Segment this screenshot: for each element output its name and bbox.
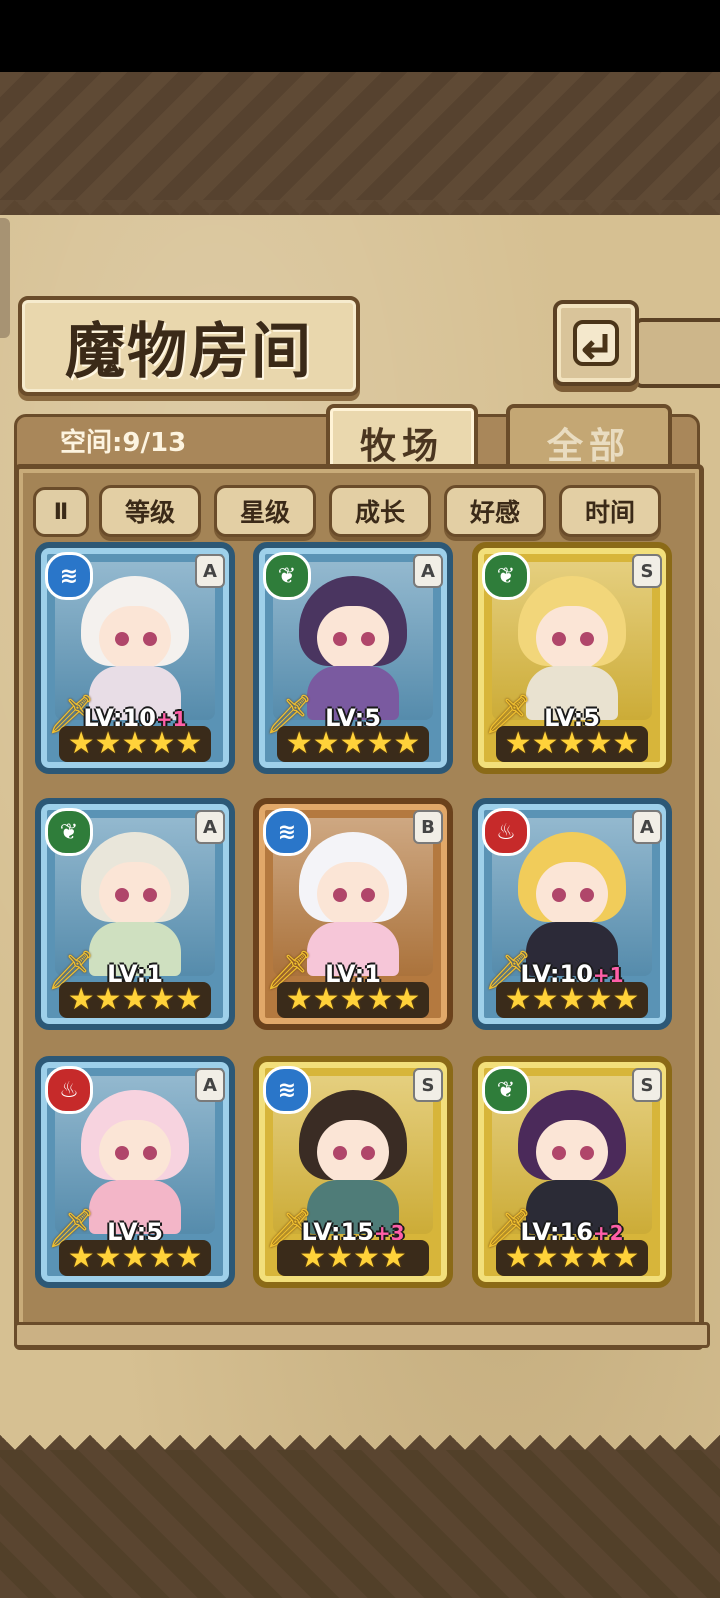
star-rating: ★ ★ ★ ★ ★ [59,1240,211,1276]
star-icon: ★ [366,982,394,1017]
star-icon: ★ [393,726,421,761]
star-rating: ★ ★ ★ ★ ★ [277,726,429,762]
star-icon: ★ [612,982,640,1017]
star-icon: ★ [504,982,532,1017]
rank-badge: S [413,1068,443,1102]
water-element-icon: ≋ [45,552,93,600]
star-icon: ★ [504,726,532,761]
fire-element-icon: ♨ [45,1066,93,1114]
monster-card[interactable]: ♨A🗡LV:10+1★★★★★ [472,798,672,1030]
star-icon: ★ [326,1240,353,1275]
star-rating: ★ ★ ★ ★ ★ [59,982,211,1018]
sort-by-growth-button[interactable]: 成长 [329,485,431,537]
wind-element-icon: ❦ [482,1066,530,1114]
back-arrow-icon [573,320,619,366]
monster-card[interactable]: ≋B🗡LV:1★★★★★ [253,798,453,1030]
page-title: 魔物房间 [65,316,313,387]
status-bar [0,0,720,72]
sort-by-time-button[interactable]: 时间 [559,485,661,537]
star-icon: ★ [67,726,95,761]
star-rating: ★ ★ ★ ★ ★ [496,726,648,762]
water-element-icon: ≋ [263,1066,311,1114]
monster-card[interactable]: ❦S🗡LV:5★★★★★ [472,542,672,774]
star-icon: ★ [366,726,394,761]
star-icon: ★ [558,1240,586,1275]
sort-order-toggle[interactable]: Ⅱ [33,487,89,537]
map-background-top [0,72,720,200]
star-icon: ★ [585,1240,613,1275]
star-icon: ★ [94,982,122,1017]
torn-edge-top [0,200,720,230]
storage-capacity: 空间:9/13 [60,428,187,458]
star-icon: ★ [558,726,586,761]
rank-badge: B [413,810,443,844]
map-background-bottom [0,1450,720,1598]
star-icon: ★ [312,726,340,761]
star-icon: ★ [612,726,640,761]
sort-by-level-button[interactable]: 等级 [99,485,201,537]
star-icon: ★ [121,982,149,1017]
star-icon: ★ [531,1240,559,1275]
panel-bottom-rail [14,1322,710,1348]
monster-card[interactable]: ❦S🗡LV:16+2★★★★★ [472,1056,672,1288]
star-icon: ★ [67,982,95,1017]
star-icon: ★ [353,1240,380,1275]
wind-element-icon: ❦ [263,552,311,600]
star-icon: ★ [148,726,176,761]
sort-by-affection-button[interactable]: 好感 [444,485,546,537]
torn-edge-bottom [0,1420,720,1450]
title-plate: 魔物房间 [18,296,360,396]
star-rating: ★ ★ ★ ★ ★ [277,982,429,1018]
back-button[interactable] [553,300,639,386]
monster-card[interactable]: ≋S🗡LV:15+3★★★★ [253,1056,453,1288]
star-icon: ★ [175,1240,203,1275]
rank-badge: A [195,1068,225,1102]
star-icon: ★ [175,726,203,761]
side-drawer-handle[interactable] [0,218,10,338]
star-icon: ★ [393,982,421,1017]
star-rating: ★ ★ ★ ★ ★ [59,726,211,762]
star-icon: ★ [558,982,586,1017]
star-icon: ★ [175,982,203,1017]
star-icon: ★ [94,726,122,761]
star-icon: ★ [299,1240,327,1275]
star-rating: ★ ★ ★ ★ ★ [496,982,648,1018]
star-icon: ★ [148,1240,176,1275]
star-icon: ★ [531,726,559,761]
star-icon: ★ [585,726,613,761]
star-icon: ★ [285,982,313,1017]
star-icon: ★ [339,726,367,761]
rank-badge: S [632,1068,662,1102]
star-icon: ★ [504,1240,532,1275]
star-icon: ★ [379,1240,407,1275]
wind-element-icon: ❦ [45,808,93,856]
sort-by-stars-button[interactable]: 星级 [214,485,316,537]
star-icon: ★ [94,1240,122,1275]
rank-badge: A [195,810,225,844]
back-button-base [634,318,720,388]
rank-badge: A [195,554,225,588]
star-icon: ★ [339,982,367,1017]
monster-card[interactable]: ❦A🗡LV:1★★★★★ [35,798,235,1030]
star-icon: ★ [531,982,559,1017]
wind-element-icon: ❦ [482,552,530,600]
rank-badge: A [632,810,662,844]
rank-badge: S [632,554,662,588]
water-element-icon: ≋ [263,808,311,856]
star-icon: ★ [121,1240,149,1275]
star-icon: ★ [312,982,340,1017]
rank-badge: A [413,554,443,588]
fire-element-icon: ♨ [482,808,530,856]
monster-card[interactable]: ♨A🗡LV:5★★★★★ [35,1056,235,1288]
star-icon: ★ [148,982,176,1017]
star-icon: ★ [67,1240,95,1275]
star-icon: ★ [121,726,149,761]
star-icon: ★ [612,1240,640,1275]
star-icon: ★ [585,982,613,1017]
star-rating: ★ ★ ★ ★ [277,1240,429,1276]
monster-card[interactable]: ❦A🗡LV:5★★★★★ [253,542,453,774]
star-icon: ★ [285,726,313,761]
star-rating: ★ ★ ★ ★ ★ [496,1240,648,1276]
monster-card[interactable]: ≋A🗡LV:10+1★★★★★ [35,542,235,774]
